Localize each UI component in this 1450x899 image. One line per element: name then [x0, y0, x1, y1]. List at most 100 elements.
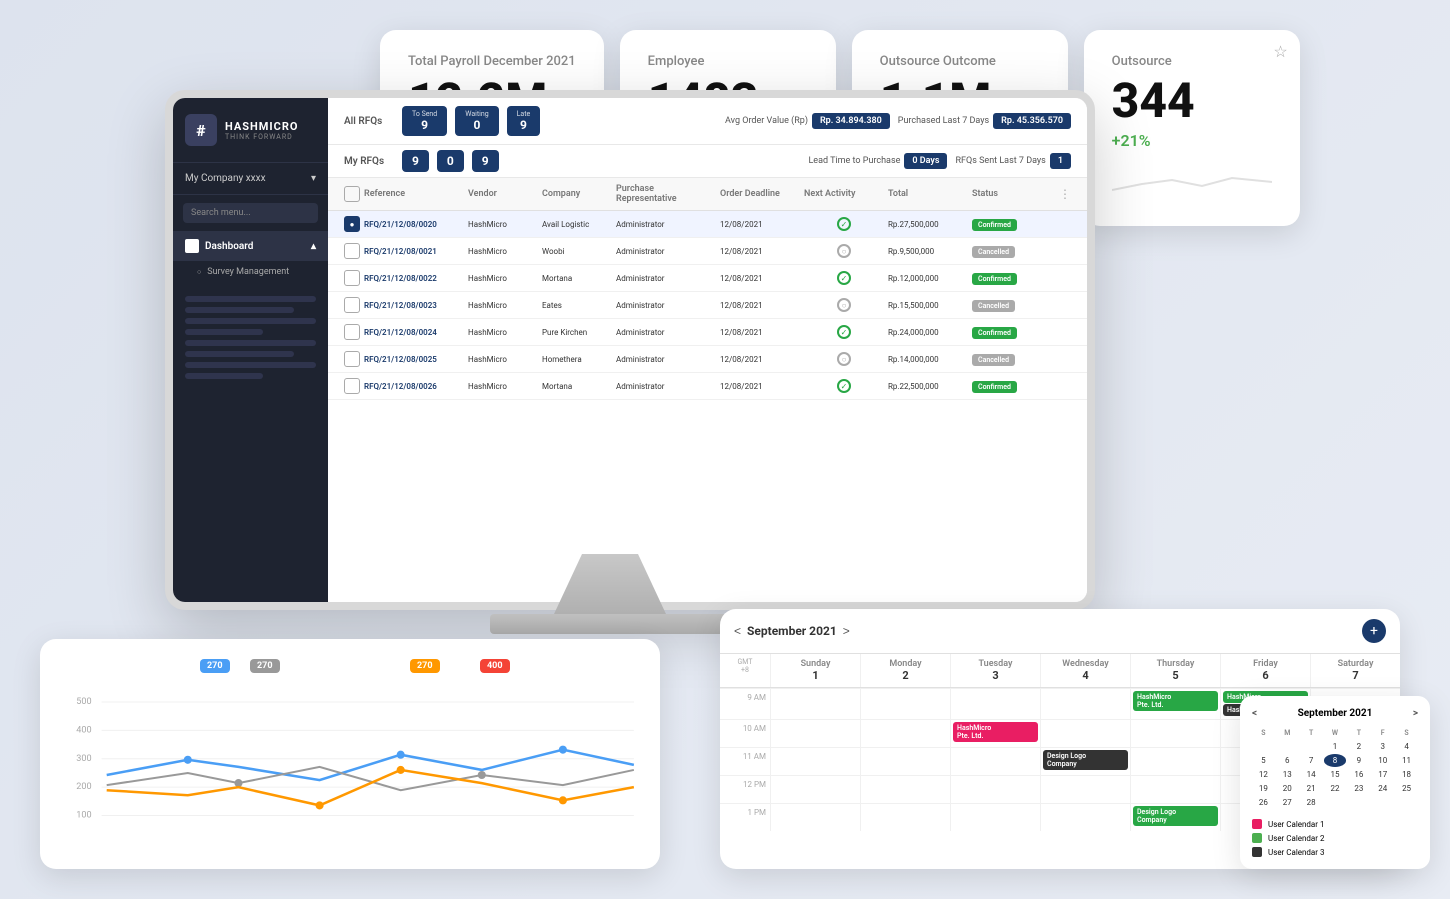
mini-cal-date-2[interactable]: 2: [1347, 740, 1370, 753]
mini-cal-date-10[interactable]: 10: [1371, 754, 1394, 767]
purchased-pair: Purchased Last 7 Days Rp. 45.356.570: [898, 113, 1071, 129]
mini-cal-date-24[interactable]: 24: [1371, 782, 1394, 795]
mini-cal-date-15[interactable]: 15: [1324, 768, 1347, 781]
table-row[interactable]: ● RFQ/21/12/08/0020 HashMicro Avail Logi…: [328, 211, 1087, 238]
table-row[interactable]: RFQ/21/12/08/0021 HashMicro Woobi Admini…: [328, 238, 1087, 265]
cal-cell-wed-9[interactable]: [1040, 688, 1130, 719]
select-all-checkbox[interactable]: [344, 186, 360, 202]
mini-cal-date[interactable]: [1276, 740, 1299, 753]
mini-cal-date-21[interactable]: 21: [1300, 782, 1323, 795]
mini-cal-date-12[interactable]: 12: [1252, 768, 1275, 781]
mini-cal-prev[interactable]: <: [1252, 708, 1257, 719]
mini-cal-date-5[interactable]: 5: [1252, 754, 1275, 767]
cal-event-design-logo-thu[interactable]: Design LogoCompany: [1133, 806, 1218, 826]
cal-cell-sun-11[interactable]: [770, 747, 860, 775]
table-row[interactable]: RFQ/21/12/08/0022 HashMicro Mortana Admi…: [328, 265, 1087, 292]
mini-cal-date-25[interactable]: 25: [1395, 782, 1418, 795]
company-selector[interactable]: My Company xxxx ▾: [173, 163, 328, 195]
metric-employee-title: Employee: [648, 54, 808, 69]
cal-event-hashmicro-tue[interactable]: HashMicroPte. Ltd.: [953, 722, 1038, 742]
cal-cell-mon-12[interactable]: [860, 775, 950, 803]
cal-cell-wed-11[interactable]: Design LogoCompany: [1040, 747, 1130, 775]
mini-cal-date-28[interactable]: 28: [1300, 796, 1323, 809]
row-checkbox-4[interactable]: [344, 297, 360, 313]
mini-cal-date-11[interactable]: 11: [1395, 754, 1418, 767]
td-deadline-7: 12/08/2021: [720, 382, 800, 391]
mini-cal-date-14[interactable]: 14: [1300, 768, 1323, 781]
metric-outsource-title: Outsource: [1112, 54, 1272, 69]
row-checkbox-2[interactable]: [344, 243, 360, 259]
row-checkbox-5[interactable]: [344, 324, 360, 340]
mini-cal-date[interactable]: [1300, 740, 1323, 753]
cal-cell-mon-11[interactable]: [860, 747, 950, 775]
mini-cal-date[interactable]: [1252, 740, 1275, 753]
table-row[interactable]: RFQ/21/12/08/0025 HashMicro Homethera Ad…: [328, 346, 1087, 373]
table-row[interactable]: RFQ/21/12/08/0024 HashMicro Pure Kirchen…: [328, 319, 1087, 346]
cal-cell-mon-1[interactable]: [860, 803, 950, 831]
my-waiting-btn[interactable]: 0: [437, 150, 464, 172]
mini-cal-dh-w: W: [1324, 727, 1347, 739]
table-row[interactable]: RFQ/21/12/08/0023 HashMicro Eates Admini…: [328, 292, 1087, 319]
mini-cal-date-13[interactable]: 13: [1276, 768, 1299, 781]
cal-cell-thu-12[interactable]: [1130, 775, 1220, 803]
cal-cell-wed-10[interactable]: [1040, 719, 1130, 747]
cal-cell-wed-1[interactable]: [1040, 803, 1130, 831]
sidebar-sub-item-survey[interactable]: Survey Management: [173, 261, 328, 283]
mini-cal-date-7[interactable]: 7: [1300, 754, 1323, 767]
cal-cell-sun-9[interactable]: [770, 688, 860, 719]
mini-cal-date-4[interactable]: 4: [1395, 740, 1418, 753]
sidebar-item-dashboard[interactable]: ▦ Dashboard ▴: [173, 231, 328, 261]
cal-prev-btn[interactable]: <: [734, 624, 741, 638]
to-send-btn[interactable]: To Send 9: [402, 106, 447, 136]
td-deadline-1: 12/08/2021: [720, 220, 800, 229]
row-checkbox-1[interactable]: ●: [344, 216, 360, 232]
late-btn[interactable]: Late 9: [507, 106, 541, 136]
cal-cell-tue-11[interactable]: [950, 747, 1040, 775]
cal-cell-tue-1[interactable]: [950, 803, 1040, 831]
cal-cell-sun-12[interactable]: [770, 775, 860, 803]
cal-cell-tue-9[interactable]: [950, 688, 1040, 719]
mini-cal-next[interactable]: >: [1413, 708, 1418, 719]
cal-cell-thu-10[interactable]: [1130, 719, 1220, 747]
rfq-right-stats: Avg Order Value (Rp) Rp. 34.894.380 Purc…: [725, 113, 1071, 129]
cal-cell-thu-11[interactable]: [1130, 747, 1220, 775]
cal-event-hashmicro-thu[interactable]: HashMicroPte. Ltd.: [1133, 691, 1218, 711]
mini-cal-date-27[interactable]: 27: [1276, 796, 1299, 809]
mini-cal-date-18[interactable]: 18: [1395, 768, 1418, 781]
row-checkbox-7[interactable]: [344, 378, 360, 394]
cal-cell-tue-10[interactable]: HashMicroPte. Ltd.: [950, 719, 1040, 747]
cal-event-design-logo-wed[interactable]: Design LogoCompany: [1043, 750, 1128, 770]
cal-cell-wed-12[interactable]: [1040, 775, 1130, 803]
cal-cell-sun-10[interactable]: [770, 719, 860, 747]
add-event-btn[interactable]: +: [1362, 619, 1386, 643]
my-late-btn[interactable]: 9: [472, 150, 499, 172]
mini-cal-date-19[interactable]: 19: [1252, 782, 1275, 795]
row-checkbox-6[interactable]: [344, 351, 360, 367]
mini-cal-date-3[interactable]: 3: [1371, 740, 1394, 753]
cal-cell-mon-9[interactable]: [860, 688, 950, 719]
mini-cal-date-1[interactable]: 1: [1324, 740, 1347, 753]
mini-cal-date-8[interactable]: 8: [1324, 754, 1347, 767]
cal-cell-tue-12[interactable]: [950, 775, 1040, 803]
mini-cal-date-16[interactable]: 16: [1347, 768, 1370, 781]
mini-cal-date-17[interactable]: 17: [1371, 768, 1394, 781]
mini-cal-date-9[interactable]: 9: [1347, 754, 1370, 767]
my-to-send-btn[interactable]: 9: [402, 150, 429, 172]
cal-cell-mon-10[interactable]: [860, 719, 950, 747]
cal-next-btn[interactable]: >: [843, 624, 850, 638]
mini-cal-date-20[interactable]: 20: [1276, 782, 1299, 795]
mini-cal-date-22[interactable]: 22: [1324, 782, 1347, 795]
mini-cal-date-23[interactable]: 23: [1347, 782, 1370, 795]
cal-cell-thu-1[interactable]: Design LogoCompany: [1130, 803, 1220, 831]
table-row[interactable]: RFQ/21/12/08/0026 HashMicro Mortana Admi…: [328, 373, 1087, 400]
table-more-icon[interactable]: ⋮: [1059, 187, 1071, 201]
mini-cal-date-26[interactable]: 26: [1252, 796, 1275, 809]
cal-cell-thu-9[interactable]: HashMicroPte. Ltd.: [1130, 688, 1220, 719]
waiting-btn[interactable]: Waiting 0: [455, 106, 498, 136]
mini-cal-date-6[interactable]: 6: [1276, 754, 1299, 767]
cal-cell-sun-1[interactable]: [770, 803, 860, 831]
th-vendor: Vendor: [468, 189, 538, 199]
main-content: All RFQs To Send 9 Waiting 0 Late 9: [328, 98, 1087, 602]
row-checkbox-3[interactable]: [344, 270, 360, 286]
search-box[interactable]: Search menu...: [183, 203, 318, 223]
